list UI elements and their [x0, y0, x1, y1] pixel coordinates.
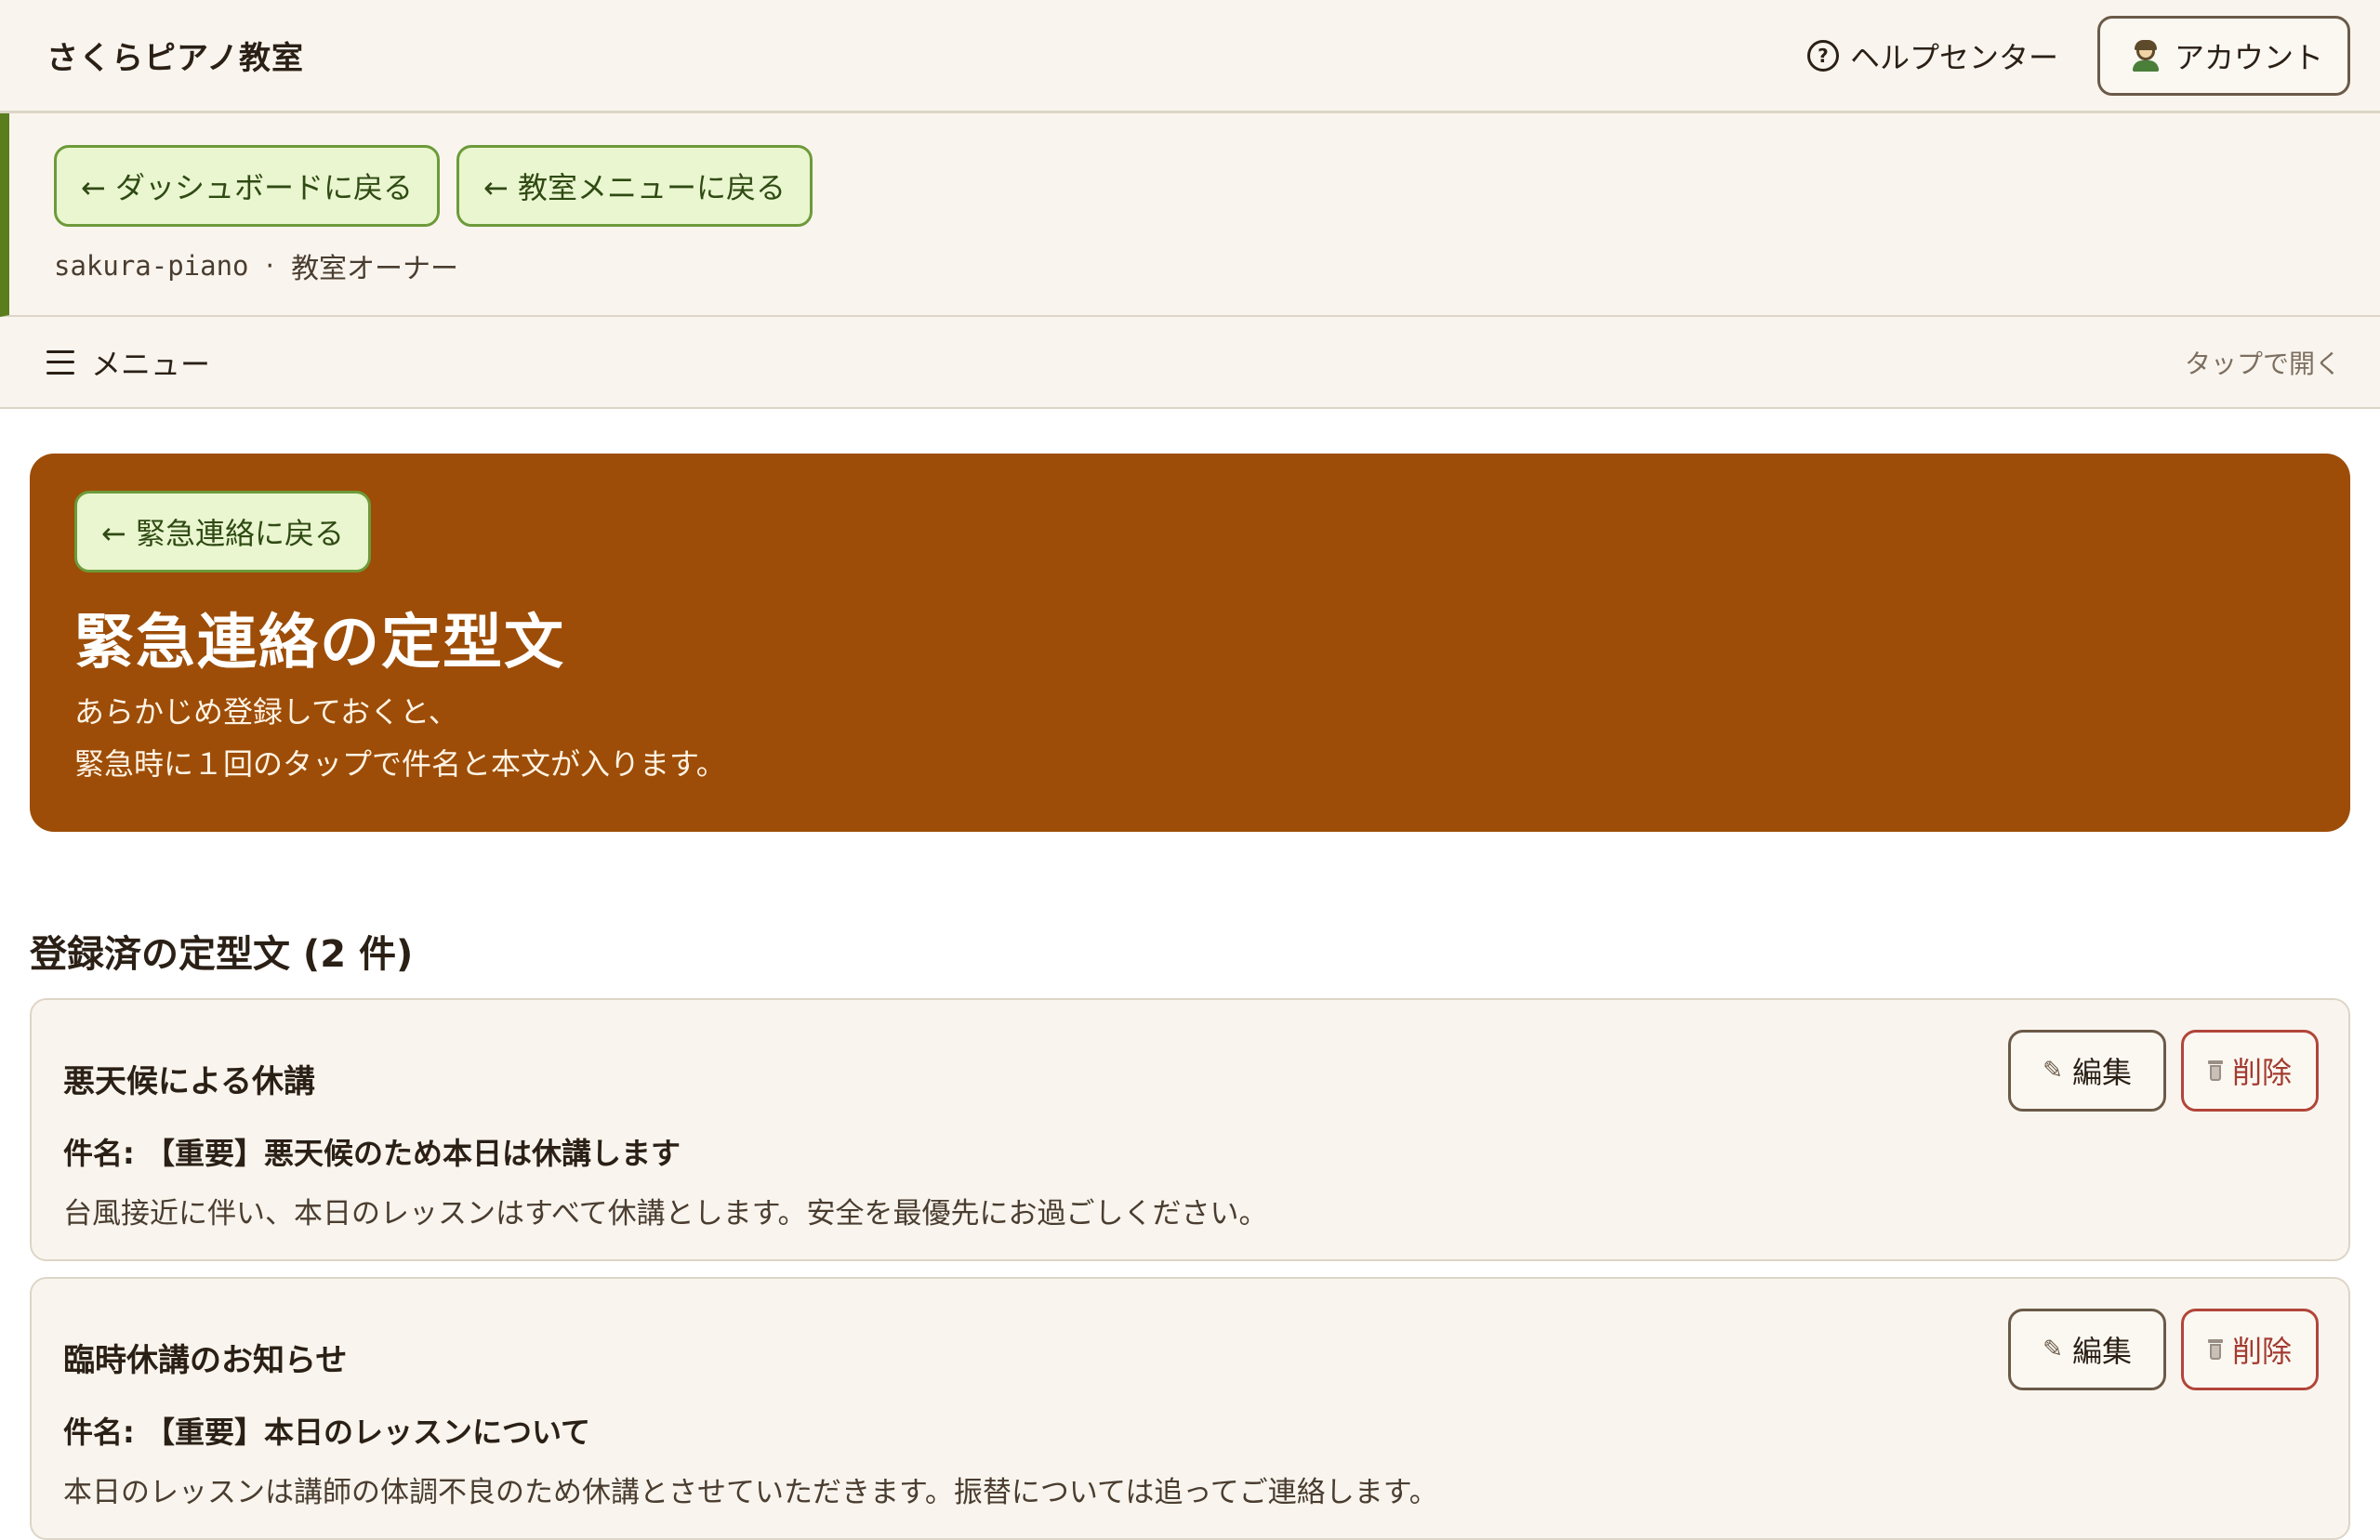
edit-label: 編集 — [2071, 1055, 2132, 1090]
edit-label: 編集 — [2071, 1334, 2132, 1369]
template-actions: ✎ 編集 削除 — [2008, 1309, 2319, 1390]
navigation-panel: ← ダッシュボードに戻る ← 教室メニューに戻る sakura-piano · … — [0, 113, 2380, 317]
pencil-icon: ✎ — [2043, 1336, 2063, 1363]
org-slug: sakura-piano — [54, 250, 249, 282]
avatar-icon — [2130, 39, 2162, 72]
menu-toggle[interactable]: メニュー — [46, 341, 210, 384]
page-title: 緊急連絡の定型文 — [74, 609, 565, 678]
page-hero: ← 緊急連絡に戻る 緊急連絡の定型文 あらかじめ登録しておくと、 緊急時に１回の… — [30, 454, 2350, 832]
page-description: あらかじめ登録しておくと、 緊急時に１回のタップで件名と本文が入ります。 — [74, 686, 726, 790]
menu-toggle-bar[interactable]: メニュー タップで開く — [0, 317, 2380, 409]
delete-button[interactable]: 削除 — [2180, 1030, 2319, 1112]
account-button[interactable]: アカウント — [2096, 15, 2350, 96]
template-body: 本日のレッスンは講師の体調不良のため休講とさせていただきます。振替については追っ… — [63, 1476, 1438, 1509]
description-line-1: あらかじめ登録しておくと、 — [74, 694, 458, 730]
template-subject: 件名: 【重要】本日のレッスンについて — [63, 1415, 590, 1450]
help-center-label: ヘルプセンター — [1849, 39, 2058, 75]
edit-button[interactable]: ✎ 編集 — [2008, 1030, 2166, 1112]
help-center-link[interactable]: ? ヘルプセンター — [1806, 34, 2058, 77]
template-body: 台風接近に伴い、本日のレッスンはすべて休講とします。安全を最優先にお過ごしくださ… — [63, 1197, 1268, 1231]
template-card: 悪天候による休講 ✎ 編集 削除 件名: 【重要】悪天候のため本日は休講します … — [30, 998, 2350, 1261]
template-actions: ✎ 編集 削除 — [2008, 1030, 2319, 1112]
trash-icon — [2207, 1060, 2223, 1081]
back-to-emergency-button[interactable]: ← 緊急連絡に戻る — [74, 491, 371, 573]
delete-button[interactable]: 削除 — [2180, 1309, 2319, 1390]
section-title: 登録済の定型文 (2 件) — [30, 933, 414, 976]
back-to-dashboard-button[interactable]: ← ダッシュボードに戻る — [54, 145, 440, 227]
template-title: 臨時休講のお知らせ — [63, 1342, 348, 1379]
template-title: 悪天候による休講 — [63, 1063, 315, 1100]
account-label: アカウント — [2174, 39, 2323, 75]
brand-name[interactable]: さくらピアノ教室 — [46, 33, 304, 78]
pencil-icon: ✎ — [2043, 1057, 2063, 1085]
top-header: さくらピアノ教室 ? ヘルプセンター アカウント — [0, 0, 2380, 113]
separator: · — [265, 249, 275, 283]
edit-button[interactable]: ✎ 編集 — [2008, 1309, 2166, 1390]
menu-hint: タップで開く — [2184, 348, 2341, 379]
template-card: 臨時休講のお知らせ ✎ 編集 削除 件名: 【重要】本日のレッスンについて 本日… — [30, 1277, 2350, 1540]
back-buttons: ← ダッシュボードに戻る ← 教室メニューに戻る — [54, 145, 813, 227]
role-label: 教室オーナー — [291, 253, 459, 285]
account-context: sakura-piano · 教室オーナー — [54, 245, 458, 286]
menu-label: メニュー — [91, 346, 211, 382]
trash-icon — [2207, 1339, 2223, 1360]
delete-label: 削除 — [2231, 1334, 2292, 1369]
hamburger-icon — [46, 349, 74, 375]
description-line-2: 緊急時に１回のタップで件名と本文が入ります。 — [74, 746, 726, 782]
header-actions: ? ヘルプセンター アカウント — [1806, 15, 2350, 96]
template-subject: 件名: 【重要】悪天候のため本日は休講します — [63, 1136, 681, 1171]
help-icon: ? — [1806, 39, 1839, 72]
back-to-classroom-menu-button[interactable]: ← 教室メニューに戻る — [456, 145, 813, 227]
delete-label: 削除 — [2231, 1055, 2292, 1090]
